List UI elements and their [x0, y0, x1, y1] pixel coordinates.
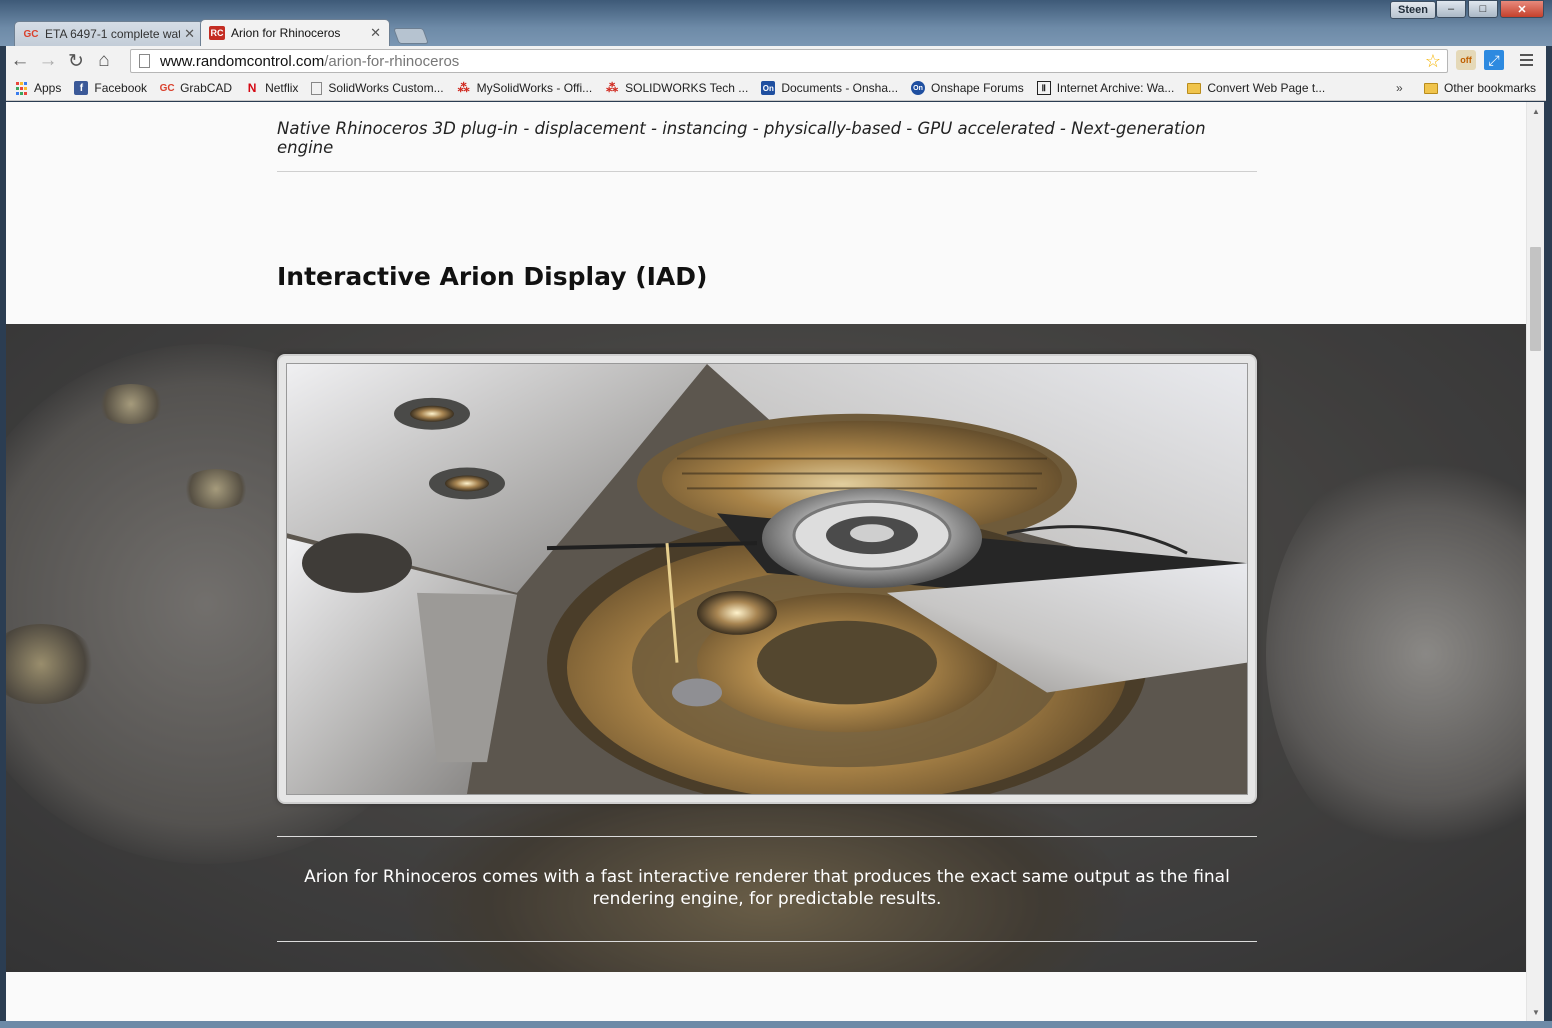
back-arrow-icon[interactable]: ←	[6, 48, 34, 74]
grabcad-favicon-icon: GC	[23, 28, 39, 40]
page-icon	[311, 81, 323, 95]
bookmark-facebook[interactable]: f Facebook	[74, 81, 147, 95]
extension-expand-icon[interactable]: ⤢	[1484, 50, 1504, 70]
tab-title: Arion for Rhinoceros	[231, 26, 341, 40]
folder-icon	[1424, 82, 1438, 94]
hero-divider-bottom	[277, 941, 1257, 942]
window-controls: – □ ✕	[1436, 0, 1544, 18]
scroll-down-arrow-icon[interactable]: ▼	[1527, 1005, 1545, 1019]
bookmark-netflix[interactable]: N Netflix	[245, 81, 299, 95]
solidworks-icon: ⁂	[606, 81, 619, 95]
browser-menu-icon[interactable]	[1516, 50, 1536, 70]
close-tab-icon[interactable]: ✕	[370, 25, 381, 41]
bookmark-solidworks-tech[interactable]: ⁂ SOLIDWORKS Tech ...	[605, 81, 748, 95]
bookmark-mysolidworks[interactable]: ⁂ MySolidWorks - Offi...	[457, 81, 593, 95]
address-bar[interactable]: www.randomcontrol.com/arion-for-rhinocer…	[130, 49, 1448, 73]
bookmark-internet-archive[interactable]: Ⅱ Internet Archive: Wa...	[1036, 81, 1175, 95]
watch-movement-illustration	[287, 364, 1247, 794]
bookmark-label: SOLIDWORKS Tech ...	[625, 81, 749, 95]
randomcontrol-favicon-icon: RC	[209, 26, 225, 40]
bookmark-label: Documents - Onsha...	[781, 81, 899, 95]
bookmark-label: Facebook	[94, 81, 148, 95]
bookmark-label: Onshape Forums	[931, 81, 1024, 95]
bookmark-grabcad[interactable]: GC GrabCAD	[159, 81, 233, 95]
tab-strip: GC ETA 6497-1 complete watc ✕ RC Arion f…	[14, 19, 429, 46]
url-path: /arion-for-rhinoceros	[324, 52, 460, 70]
bookmark-label: Internet Archive: Wa...	[1056, 81, 1175, 95]
onshape-round-icon: On	[911, 81, 926, 95]
scroll-up-arrow-icon[interactable]: ▲	[1527, 104, 1545, 118]
hero-section: Arion for Rhinoceros comes with a fast i…	[6, 324, 1526, 972]
bookmark-label: Netflix	[265, 81, 299, 95]
new-tab-button[interactable]	[393, 28, 429, 44]
bookmark-label: Apps	[34, 81, 62, 95]
facebook-icon: f	[74, 81, 89, 95]
page-viewport: Native Rhinoceros 3D plug-in - displacem…	[6, 102, 1526, 1021]
bookmark-onshape-forums[interactable]: On Onshape Forums	[911, 81, 1024, 95]
bookmark-label: Convert Web Page t...	[1207, 81, 1326, 95]
browser-toolbar: ← → ↻ ⌂ www.randomcontrol.com/arion-for-…	[6, 46, 1546, 76]
bookmark-apps[interactable]: Apps	[14, 81, 61, 95]
solidworks-icon: ⁂	[457, 81, 470, 95]
onshape-icon: On	[761, 81, 776, 95]
folder-icon	[1187, 82, 1202, 94]
close-window-button[interactable]: ✕	[1500, 0, 1544, 18]
url-domain: www.randomcontrol.com	[160, 52, 325, 70]
bookmarks-overflow-button[interactable]: »	[1396, 81, 1403, 95]
tab-arion-for-rhinoceros[interactable]: RC Arion for Rhinoceros ✕	[200, 19, 390, 46]
profile-button[interactable]: Steen	[1390, 1, 1436, 19]
vertical-scrollbar[interactable]: ▲ ▼	[1526, 102, 1544, 1021]
scrollbar-thumb[interactable]	[1530, 247, 1541, 351]
page-icon	[139, 54, 150, 68]
close-tab-icon[interactable]: ✕	[184, 26, 195, 42]
divider	[277, 171, 1257, 172]
product-tagline: Native Rhinoceros 3D plug-in - displacem…	[277, 119, 1206, 157]
bookmark-label: MySolidWorks - Offi...	[476, 81, 593, 95]
watch-movement-render-image	[286, 363, 1248, 795]
section-title: Interactive Arion Display (IAD)	[277, 262, 708, 291]
grabcad-icon: GC	[159, 82, 175, 94]
render-image-frame	[277, 354, 1257, 804]
minimize-button[interactable]: –	[1436, 0, 1466, 18]
tab-title: ETA 6497-1 complete watc	[45, 27, 181, 41]
bookmark-solidworks-custom[interactable]: SolidWorks Custom...	[311, 81, 444, 95]
internet-archive-icon: Ⅱ	[1036, 81, 1051, 95]
reload-icon[interactable]: ↻	[62, 48, 90, 74]
bookmark-star-icon[interactable]: ☆	[1425, 51, 1441, 72]
bookmarks-bar: Apps f Facebook GC GrabCAD N Netflix Sol…	[6, 76, 1546, 101]
other-bookmarks[interactable]: Other bookmarks	[1424, 81, 1536, 95]
extension-off-icon[interactable]: off	[1456, 50, 1476, 70]
hero-divider-top	[277, 836, 1257, 837]
netflix-icon: N	[247, 81, 257, 95]
bookmark-label: GrabCAD	[180, 81, 233, 95]
bookmark-label: Other bookmarks	[1444, 81, 1537, 95]
home-icon[interactable]: ⌂	[90, 48, 118, 74]
window-bottom-border	[0, 1021, 1552, 1028]
bookmark-onshape-documents[interactable]: On Documents - Onsha...	[761, 81, 898, 95]
forward-arrow-icon[interactable]: →	[34, 48, 62, 74]
apps-icon	[14, 81, 28, 95]
maximize-button[interactable]: □	[1468, 0, 1498, 18]
bookmark-convert-web-page[interactable]: Convert Web Page t...	[1187, 81, 1325, 95]
bookmark-label: SolidWorks Custom...	[328, 81, 444, 95]
hero-description: Arion for Rhinoceros comes with a fast i…	[304, 867, 1230, 909]
tab-eta-6497[interactable]: GC ETA 6497-1 complete watc ✕	[14, 21, 204, 46]
